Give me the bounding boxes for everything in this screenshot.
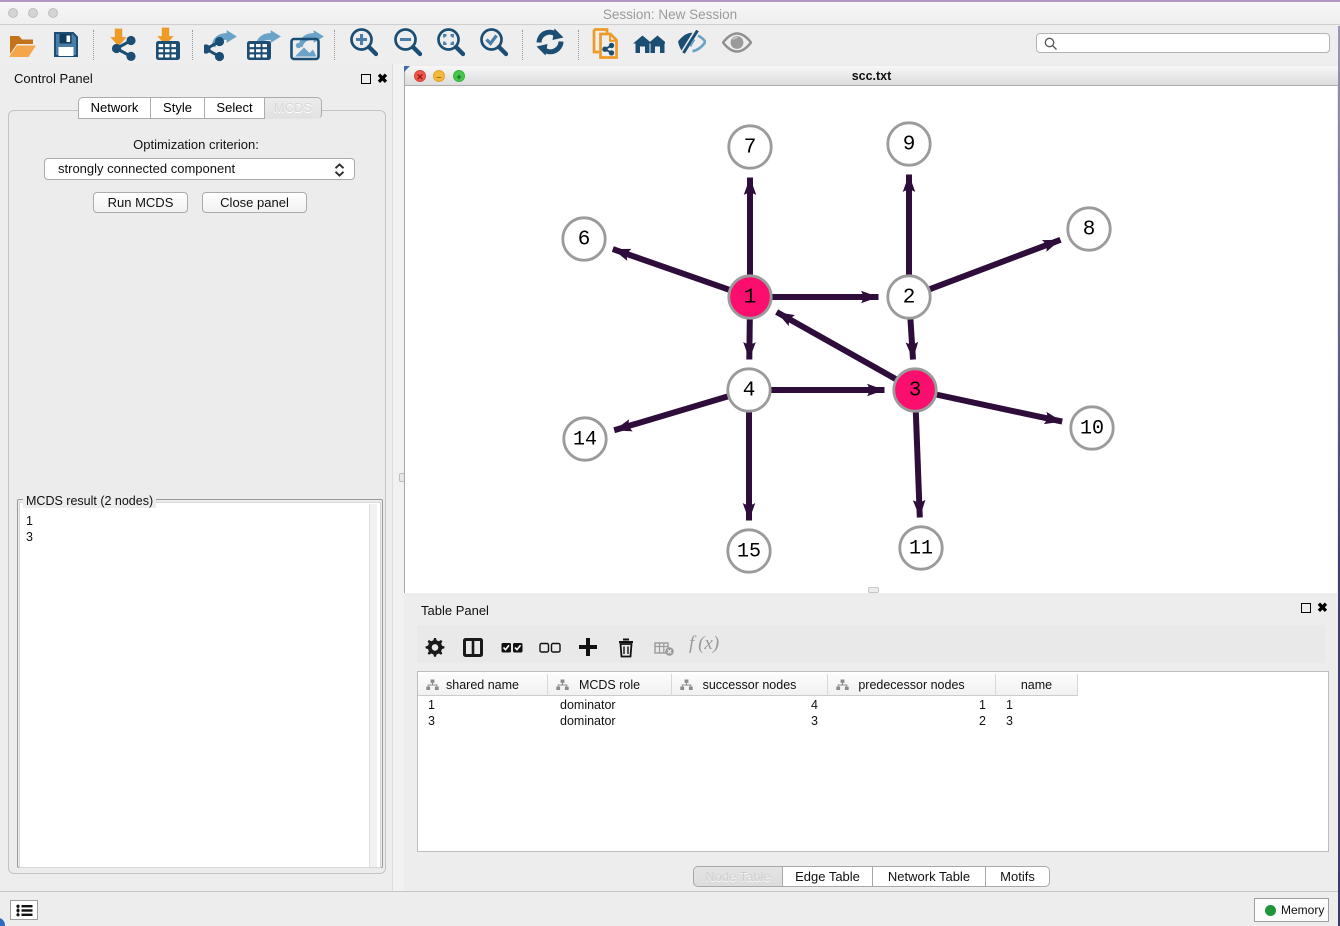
svg-text:10: 10 [1080, 418, 1104, 441]
svg-text:6: 6 [578, 229, 591, 252]
svg-text:11: 11 [909, 538, 933, 561]
svg-text:14: 14 [573, 429, 597, 452]
svg-text:4: 4 [743, 380, 756, 403]
svg-text:2: 2 [903, 287, 916, 310]
svg-text:8: 8 [1083, 219, 1096, 242]
svg-text:1: 1 [744, 287, 757, 310]
svg-text:15: 15 [737, 541, 761, 564]
svg-text:7: 7 [744, 137, 757, 160]
svg-text:3: 3 [909, 380, 922, 403]
svg-text:9: 9 [903, 134, 916, 157]
